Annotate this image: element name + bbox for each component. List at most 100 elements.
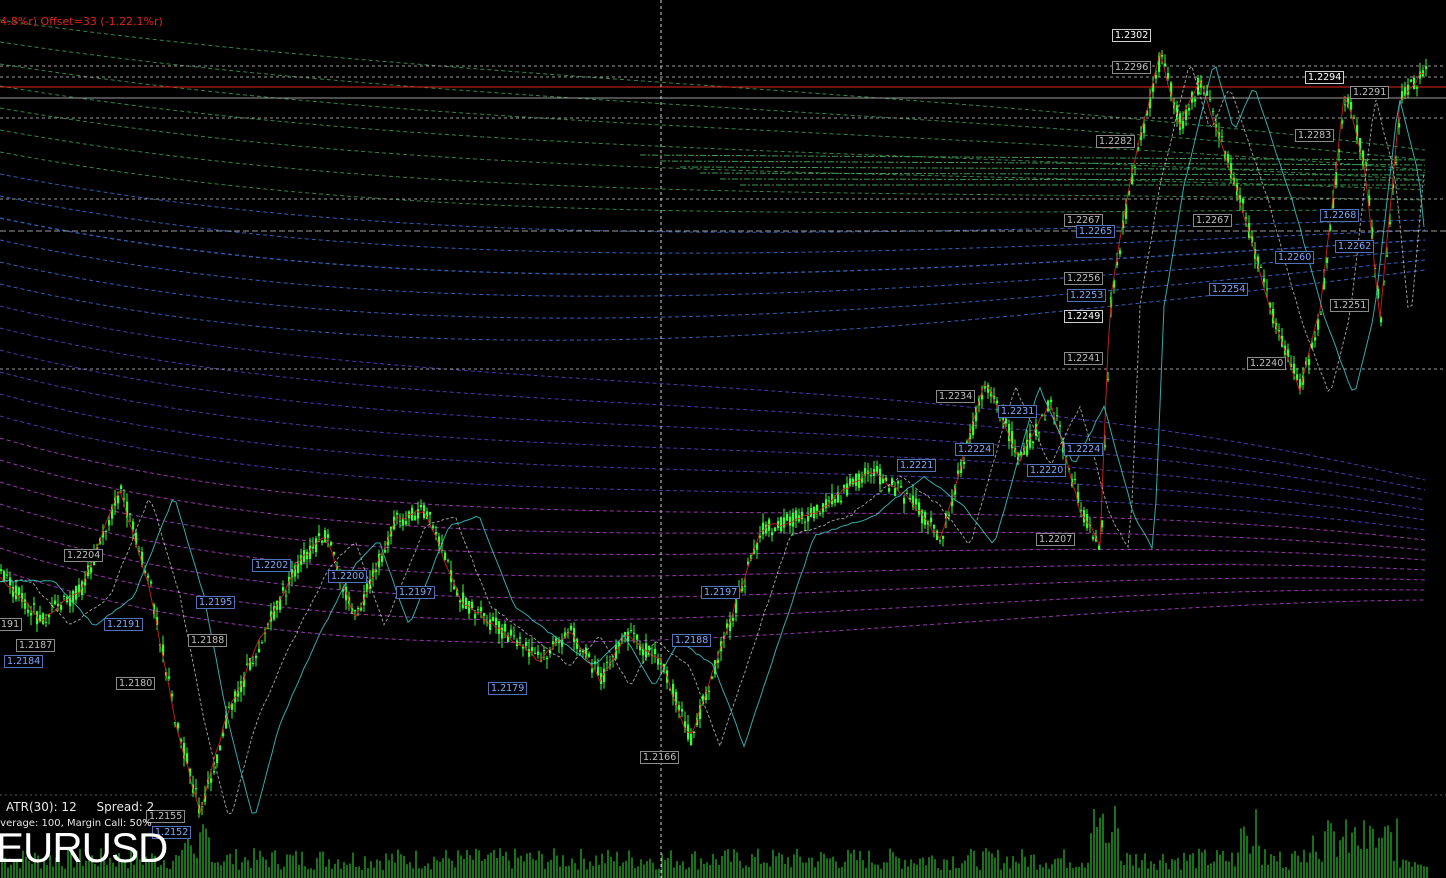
- candle-body: [30, 612, 33, 616]
- volume-bars: [1, 806, 1428, 878]
- chart-area[interactable]: (4.8%r) Offset=33 (-1.22.1%r) 1.2302 1.2…: [0, 0, 1446, 878]
- candle-body: [1092, 536, 1095, 540]
- price-label: 1.2188: [672, 634, 712, 647]
- candle-body: [1050, 399, 1053, 403]
- candle-body: [432, 525, 435, 529]
- price-label: 1.2221: [897, 459, 937, 472]
- candle-body: [534, 653, 537, 655]
- candle-body: [900, 485, 903, 488]
- price-label: 1.2291: [1350, 86, 1390, 99]
- candle-body: [27, 609, 30, 613]
- short-ma-line: [0, 65, 1425, 815]
- candle-body: [693, 731, 696, 734]
- candle-body: [1353, 117, 1356, 119]
- price-label: 1.2240: [1247, 357, 1287, 370]
- candle-body: [786, 513, 789, 521]
- ma-line: [0, 41, 1426, 161]
- candle-body: [1098, 545, 1101, 550]
- price-label: 1.2179: [488, 682, 528, 695]
- candle-body: [405, 520, 408, 525]
- price-label: 1.2187: [16, 639, 56, 652]
- ma-line: [0, 371, 1426, 511]
- candle-body: [939, 540, 942, 542]
- candle-body: [1182, 120, 1185, 129]
- candle-body: [1080, 510, 1083, 512]
- short-ma-line: [0, 51, 1425, 815]
- candle-body: [396, 512, 399, 515]
- candle-body: [681, 709, 684, 712]
- candle-body: [357, 607, 360, 609]
- candle-body: [414, 515, 417, 521]
- candle-body: [570, 625, 573, 630]
- candle-body: [633, 632, 636, 634]
- price-label: 1.2253: [1067, 289, 1107, 302]
- candle-body: [1188, 107, 1191, 111]
- candle-body: [543, 650, 546, 652]
- candle-body: [105, 530, 108, 532]
- candle-body: [1260, 266, 1263, 268]
- candle-body: [627, 631, 630, 642]
- candle-body: [1326, 258, 1329, 263]
- candle-body: [870, 475, 873, 477]
- price-label: 1.2197: [396, 586, 436, 599]
- candle-body: [996, 400, 999, 404]
- candle-body: [708, 690, 711, 692]
- price-label: 1.2267: [1193, 214, 1233, 227]
- price-label: 1.2195: [196, 596, 236, 609]
- price-label: 1.2249: [1064, 310, 1104, 323]
- candle-body: [402, 518, 405, 526]
- candle-body: [1263, 278, 1266, 283]
- price-chart-canvas[interactable]: [0, 0, 1446, 878]
- price-label: 1.2262: [1335, 240, 1375, 253]
- candle-body: [33, 603, 36, 605]
- pivot-line: [639, 154, 1426, 161]
- candle-body: [1143, 123, 1146, 134]
- moving-average-fan: [0, 19, 1426, 643]
- candle-body: [45, 621, 48, 623]
- ma-line: [0, 437, 1426, 541]
- candle-body: [918, 502, 921, 515]
- candle-body: [1293, 363, 1296, 374]
- candle-body: [1317, 319, 1320, 330]
- candle-body: [519, 637, 522, 639]
- candle-body: [897, 481, 900, 484]
- candle-body: [465, 597, 468, 609]
- candle-body: [474, 614, 477, 619]
- candle-body: [588, 653, 591, 657]
- price-label: 1.2184: [4, 655, 44, 668]
- candle-body: [129, 513, 132, 515]
- candle-body: [1395, 162, 1398, 164]
- candle-body: [816, 504, 819, 511]
- candle-body: [435, 532, 438, 535]
- ma-line: [0, 393, 1426, 521]
- symbol-name: EURUSD: [0, 824, 168, 871]
- candle-body: [1221, 136, 1224, 138]
- ma-line: [0, 481, 1426, 561]
- ma-line: [0, 547, 1426, 621]
- price-label: 1.2302: [1112, 29, 1152, 42]
- ma-line: [0, 349, 1426, 501]
- candle-body: [255, 655, 258, 659]
- price-label: 1.2166: [640, 751, 680, 764]
- price-label: 1.2234: [936, 390, 976, 403]
- candle-body: [915, 498, 918, 505]
- candle-body: [1038, 432, 1041, 434]
- candle-body: [1344, 104, 1347, 106]
- candle-body: [132, 521, 135, 530]
- candle-body: [636, 634, 639, 640]
- candle-body: [1167, 73, 1170, 79]
- price-label: 1.2207: [1036, 533, 1076, 546]
- candle-body: [711, 676, 714, 679]
- candle-body: [381, 555, 384, 562]
- candle-body: [780, 517, 783, 532]
- pivot-line: [679, 166, 1426, 171]
- ma-line: [0, 459, 1426, 551]
- candle-body: [420, 505, 423, 508]
- candle-body: [546, 657, 549, 660]
- candle-body: [1386, 255, 1389, 257]
- candle-body: [1365, 162, 1368, 164]
- candle-body: [552, 641, 555, 644]
- candle-body: [171, 693, 174, 697]
- candle-body: [828, 500, 831, 502]
- candle-body: [906, 493, 909, 495]
